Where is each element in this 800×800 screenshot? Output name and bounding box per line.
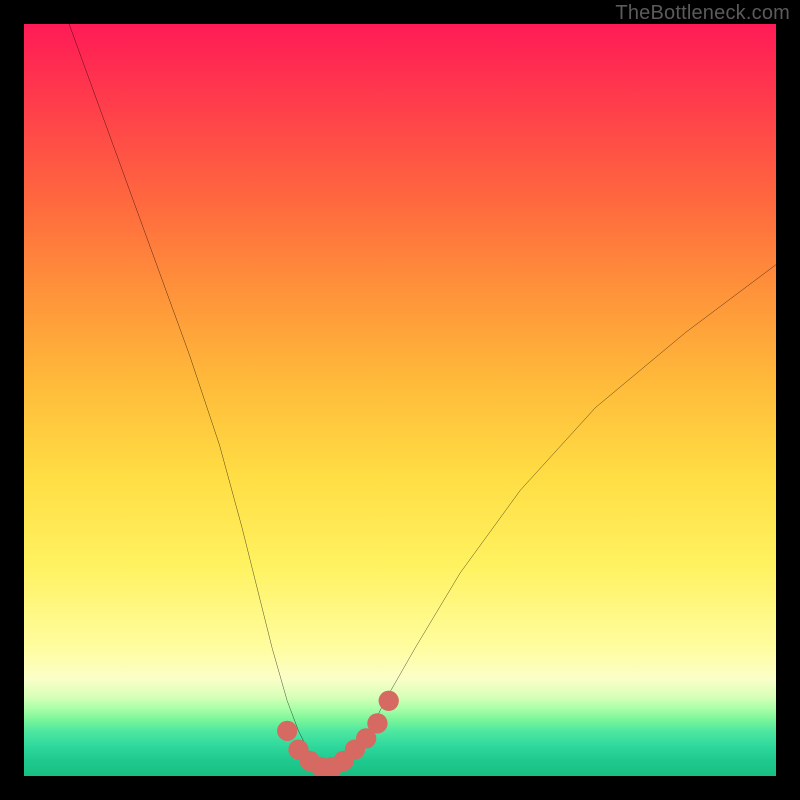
valley-marker: [277, 721, 297, 741]
valley-markers: [277, 691, 399, 776]
valley-marker: [379, 691, 399, 711]
curve-path: [69, 24, 776, 765]
plot-area: [24, 24, 776, 776]
valley-marker: [367, 713, 387, 733]
chart-frame: TheBottleneck.com: [0, 0, 800, 800]
watermark-text: TheBottleneck.com: [615, 2, 790, 25]
curve-layer: [24, 24, 776, 776]
bottleneck-curve: [69, 24, 776, 765]
